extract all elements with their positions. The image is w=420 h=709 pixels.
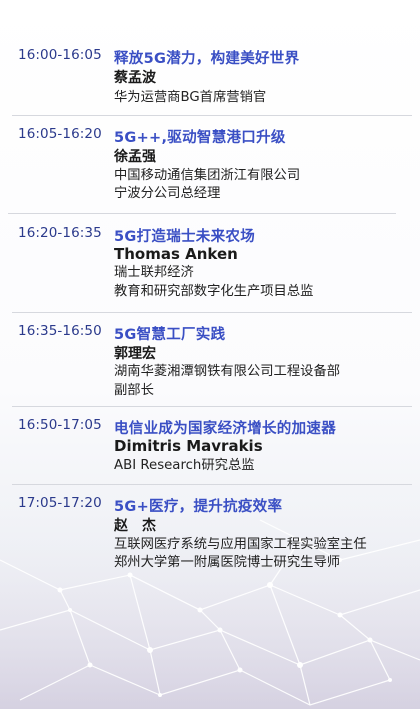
speaker-role: 副部长: [114, 383, 154, 398]
speaker-role: 互联网医疗系统与应用国家工程实验室主任: [114, 537, 367, 552]
session-title: 5G打造瑞士未来农场: [114, 229, 255, 245]
session-time: 16:50-17:05: [18, 417, 102, 433]
speaker-role: 教育和研究部数字化生产项目总监: [114, 284, 314, 299]
session-time: 16:05-16:20: [18, 126, 102, 142]
speaker-name: Thomas Anken: [114, 245, 238, 263]
session-title: 释放5G潜力，构建美好世界: [114, 51, 300, 67]
divider: [12, 484, 412, 485]
speaker-name: 徐孟强: [114, 149, 156, 165]
session-title: 5G+医疗，提升抗疫效率: [114, 499, 283, 515]
speaker-name: 郭理宏: [114, 346, 156, 362]
speaker-role: 郑州大学第一附属医院博士研究生导师: [114, 555, 341, 570]
session-title: 5G++,驱动智慧港口升级: [114, 130, 286, 146]
speaker-name: 蔡孟波: [114, 70, 156, 86]
session-title: 电信业成为国家经济增长的加速器: [114, 421, 336, 437]
session-time: 16:00-16:05: [18, 47, 102, 63]
divider: [12, 406, 412, 407]
speaker-name: Dimitris Mavrakis: [114, 437, 263, 455]
speaker-role: 宁波分公司总经理: [114, 186, 221, 201]
divider: [12, 312, 412, 313]
speaker-role: ABI Research研究总监: [114, 458, 255, 473]
speaker-name: 赵 杰: [114, 518, 156, 534]
speaker-role: 华为运营商BG首席营销官: [114, 90, 267, 105]
divider: [8, 213, 396, 214]
session-time: 17:05-17:20: [18, 495, 102, 511]
speaker-role: 瑞士联邦经济: [114, 265, 194, 280]
session-title: 5G智慧工厂实践: [114, 327, 226, 343]
divider: [12, 115, 412, 116]
session-time: 16:20-16:35: [18, 225, 102, 241]
speaker-role: 中国移动通信集团浙江有限公司: [114, 168, 301, 183]
session-time: 16:35-16:50: [18, 323, 102, 339]
speaker-role: 湖南华菱湘潭钢铁有限公司工程设备部: [114, 364, 341, 379]
